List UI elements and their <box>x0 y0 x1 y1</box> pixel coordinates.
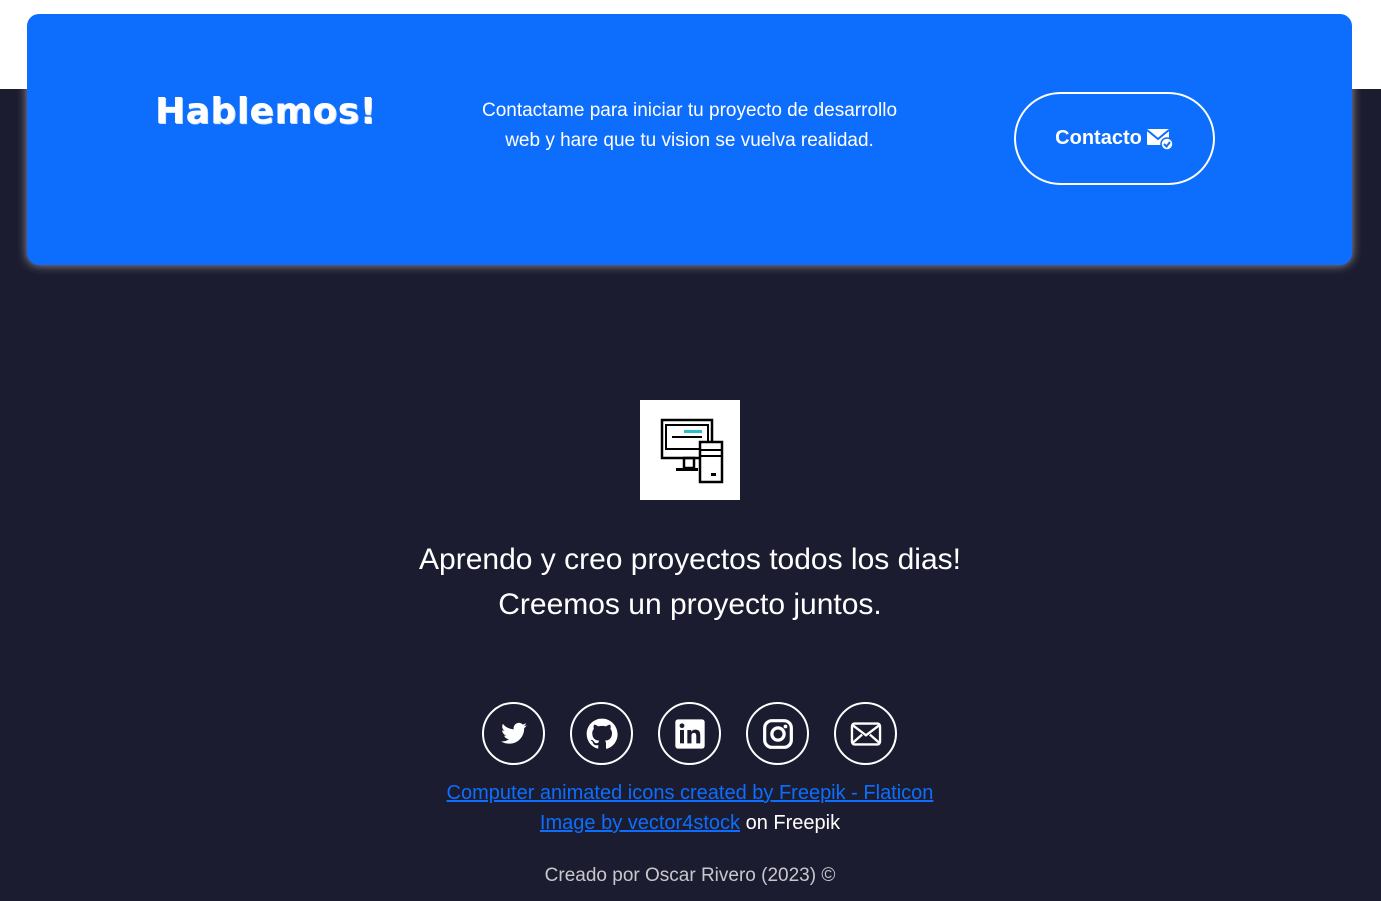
image-credits: Computer animated icons created by Freep… <box>290 778 1090 838</box>
tagline: Aprendo y creo proyectos todos los dias!… <box>290 537 1090 627</box>
copyright: Creado por Oscar Rivero (2023) © <box>544 865 836 886</box>
mail-check-icon <box>1146 127 1174 151</box>
envelope-icon <box>850 721 881 746</box>
twitter-link[interactable] <box>482 702 545 765</box>
email-link[interactable] <box>834 702 897 765</box>
linkedin-link[interactable] <box>658 702 721 765</box>
freepik-credit-suffix: on Freepik <box>740 812 841 834</box>
contact-button-label: Contacto <box>1055 127 1142 149</box>
github-link[interactable] <box>570 702 633 765</box>
tagline-line-2: Creemos un proyecto juntos. <box>498 588 882 621</box>
github-icon <box>586 718 618 749</box>
cta-title: Hablemos! <box>155 91 377 132</box>
cta-description: Contactame para iniciar tu proyecto de d… <box>481 100 898 151</box>
social-links <box>482 702 898 766</box>
linkedin-icon <box>674 718 705 749</box>
computer-desktop-icon <box>640 400 740 500</box>
flaticon-credit-link[interactable]: Computer animated icons created by Freep… <box>447 782 934 804</box>
twitter-icon <box>500 722 527 744</box>
tagline-line-1: Aprendo y creo proyectos todos los dias! <box>419 543 961 576</box>
contact-cta-card: Hablemos! Contactame para iniciar tu pro… <box>27 14 1352 265</box>
instagram-link[interactable] <box>746 702 809 765</box>
contact-button[interactable]: Contacto <box>1014 92 1215 185</box>
vector4stock-credit-link[interactable]: Image by vector4stock <box>540 812 740 834</box>
instagram-icon <box>762 718 793 749</box>
